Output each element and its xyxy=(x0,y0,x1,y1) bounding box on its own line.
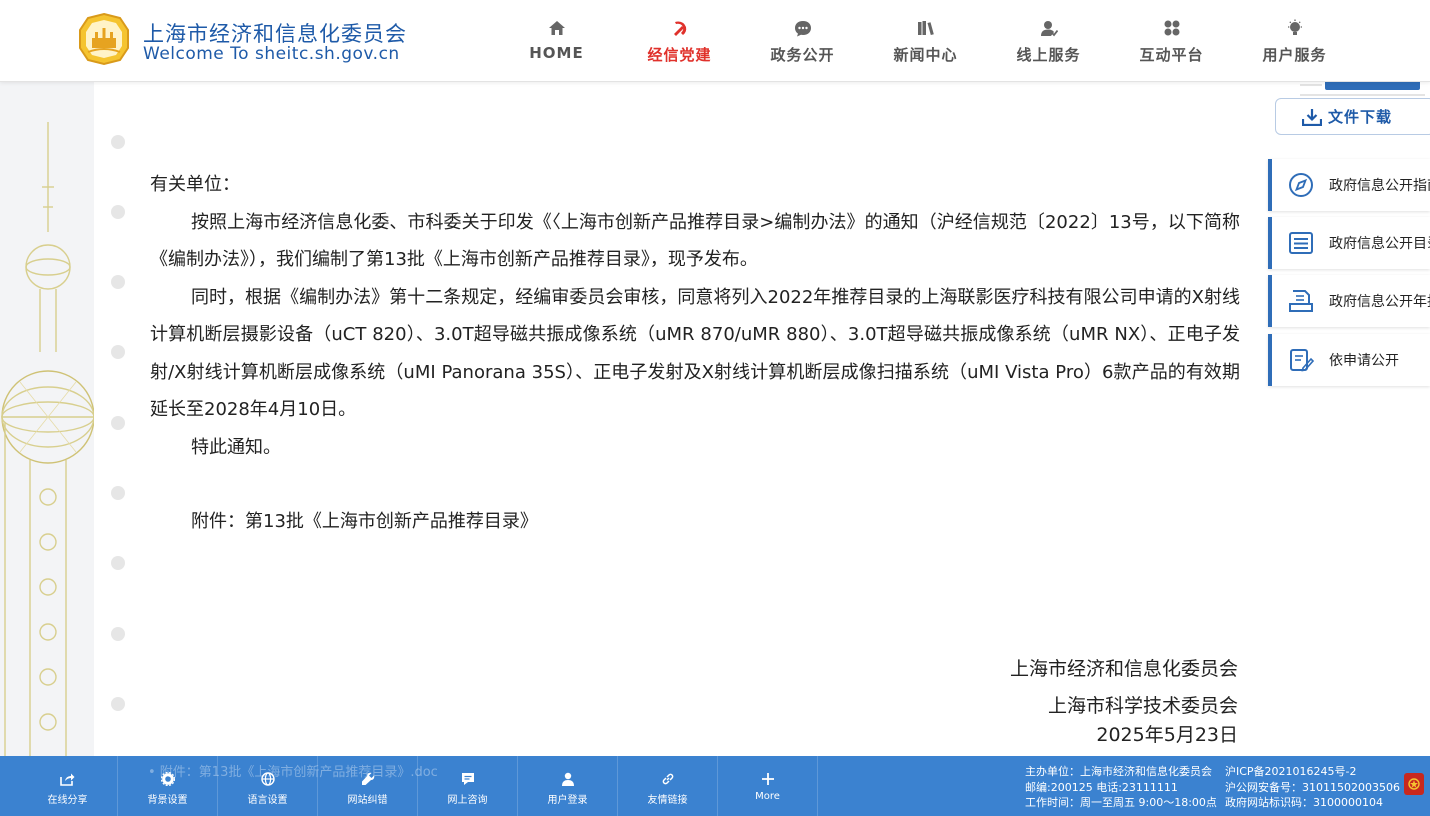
wrench-icon xyxy=(360,771,376,787)
list-icon xyxy=(1289,232,1313,254)
government-site-emblem-icon[interactable] xyxy=(1404,773,1424,795)
police-record-link[interactable]: 沪公网安备号：31011502003506 xyxy=(1225,780,1400,796)
chat-bubble-icon xyxy=(793,18,813,38)
nav-home[interactable]: HOME xyxy=(495,0,618,82)
gear-icon xyxy=(160,771,176,787)
site-logo[interactable] xyxy=(76,12,132,66)
sidebar-link-apply-disclosure[interactable]: 依申请公开 xyxy=(1268,334,1430,386)
interaction-icon xyxy=(1162,18,1182,38)
binder-hole xyxy=(111,697,125,711)
binder-hole xyxy=(111,416,125,430)
globe-icon xyxy=(260,771,276,787)
nav-news-center[interactable]: 新闻中心 xyxy=(864,0,987,82)
user-login-button[interactable]: 用户登录 xyxy=(518,756,618,816)
binder-hole xyxy=(111,135,125,149)
home-icon xyxy=(547,18,567,38)
nav-online-service[interactable]: 线上服务 xyxy=(987,0,1110,82)
icp-record-link[interactable]: 沪ICP备2021016245号-2 xyxy=(1225,764,1400,780)
online-consult-button[interactable]: 网上咨询 xyxy=(418,756,518,816)
main-nav: HOME 经信党建 政务公开 新闻中心 线上服务 互动平台 用户服务 xyxy=(495,0,1356,82)
signature-date: 2025年5月23日 xyxy=(1096,724,1238,746)
compass-icon xyxy=(1289,173,1313,197)
binder-hole xyxy=(111,627,125,641)
apply-form-icon xyxy=(1290,349,1314,372)
nav-party-building[interactable]: 经信党建 xyxy=(618,0,741,82)
site-name-en: Welcome To sheitc.sh.gov.cn xyxy=(143,44,400,64)
article-paragraph: 同时，根据《编制办法》第十二条规定，经编审委员会审核，同意将列入2022年推荐目… xyxy=(150,286,1240,421)
file-download-button[interactable]: 文件下载 xyxy=(1275,98,1430,135)
binder-hole xyxy=(111,275,125,289)
file-download-label: 文件下载 xyxy=(1328,108,1393,126)
sidebar-link-info-catalog[interactable]: 政府信息公开目录 xyxy=(1268,217,1430,269)
site-header: 上海市经济和信息化委员会 Welcome To sheitc.sh.gov.cn… xyxy=(0,0,1430,82)
plus-icon xyxy=(760,771,776,787)
binder-hole xyxy=(111,556,125,570)
footer-toolbar: • 附件：第13批《上海市创新产品推荐目录》.doc 在线分享 背景设置 语言设… xyxy=(0,756,1430,816)
attachment-line: 附件：第13批《上海市创新产品推荐目录》 xyxy=(191,511,538,532)
more-button[interactable]: More xyxy=(718,756,818,816)
share-online-button[interactable]: 在线分享 xyxy=(18,756,118,816)
footer-sponsor-info: 主办单位：上海市经济和信息化委员会 邮编:200125 电话:23111111 … xyxy=(1025,765,1217,809)
site-error-report-button[interactable]: 网站纠错 xyxy=(318,756,418,816)
nav-interaction-platform[interactable]: 互动平台 xyxy=(1110,0,1233,82)
nav-user-service[interactable]: 用户服务 xyxy=(1233,0,1356,82)
lightbulb-icon xyxy=(1285,18,1305,38)
article-salutation: 有关单位： xyxy=(150,174,240,195)
tower-decoration xyxy=(0,82,94,756)
nav-government-affairs[interactable]: 政务公开 xyxy=(741,0,864,82)
download-icon xyxy=(1302,109,1322,126)
binder-hole xyxy=(111,345,125,359)
party-emblem-icon xyxy=(670,18,690,38)
friendly-links-button[interactable]: 友情链接 xyxy=(618,756,718,816)
article-paragraph: 特此通知。 xyxy=(191,436,281,458)
user-service-icon xyxy=(1039,18,1059,38)
background-settings-button[interactable]: 背景设置 xyxy=(118,756,218,816)
share-icon xyxy=(60,771,76,787)
message-icon xyxy=(460,771,476,787)
footer-registration-info: 沪ICP备2021016245号-2 沪公网安备号：31011502003506… xyxy=(1225,764,1400,809)
binder-hole xyxy=(111,205,125,219)
link-icon xyxy=(660,771,676,787)
binder-hole xyxy=(111,486,125,500)
signature-issuer-2: 上海市科学技术委员会 xyxy=(1047,695,1238,717)
language-settings-button[interactable]: 语言设置 xyxy=(218,756,318,816)
user-icon xyxy=(560,771,576,787)
article-paragraph: 按照上海市经济信息化委、市科委关于印发《〈上海市创新产品推荐目录>编制办法》的通… xyxy=(150,211,1240,271)
sidebar-link-annual-report[interactable]: 政府信息公开年报 xyxy=(1268,275,1430,327)
article-body: 有关单位： 按照上海市经济信息化委、市科委关于印发《〈上海市创新产品推荐目录>编… xyxy=(150,166,1240,541)
signature-issuer-1: 上海市经济和信息化委员会 xyxy=(1009,658,1238,680)
sidebar-link-info-guide[interactable]: 政府信息公开指南 xyxy=(1268,159,1430,211)
report-icon xyxy=(1289,290,1313,312)
books-icon xyxy=(916,18,936,38)
